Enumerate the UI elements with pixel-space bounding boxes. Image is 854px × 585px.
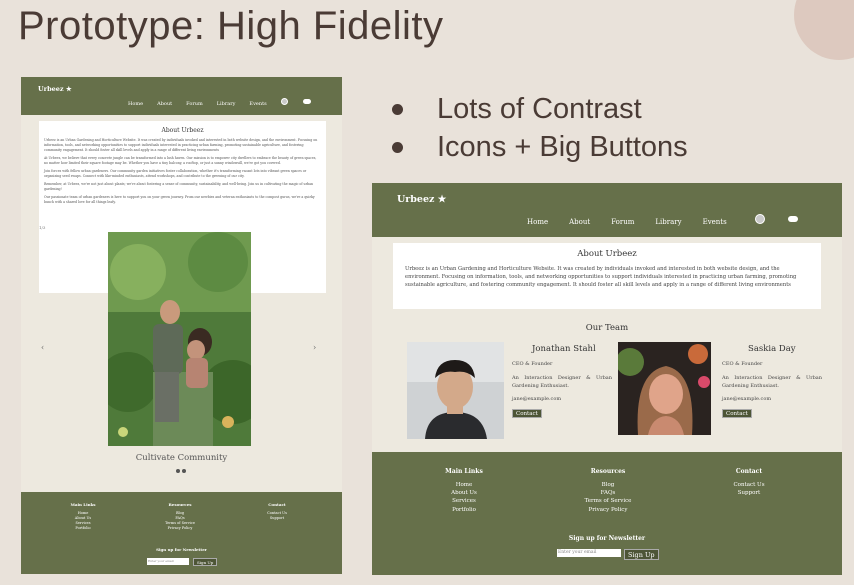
nav-forum[interactable]: Forum	[611, 218, 634, 226]
bullet-text: Lots of Contrast	[437, 93, 642, 125]
site-footer: Main Links Home About Us Services Portfo…	[21, 492, 342, 574]
nav-about[interactable]: About	[157, 101, 172, 107]
site-logo[interactable]: Urbeez ★	[38, 85, 72, 93]
member-bio: An Interaction Designer & Urban Gardenin…	[512, 375, 612, 389]
bullet-list: Lots of Contrast Icons + Big Buttons	[392, 90, 688, 166]
site-navbar: Urbeez ★ Home About Forum Library Events	[21, 77, 342, 115]
footer-contact: Contact Contact Us Support	[257, 502, 297, 521]
carousel-image	[108, 232, 251, 446]
footer-link[interactable]: About Us	[434, 489, 494, 497]
about-paragraph: Remember, at Urbeez, we're not just abou…	[44, 182, 314, 191]
about-title: About Urbeez	[161, 127, 204, 134]
newsletter-email-input[interactable]: Enter your email	[557, 549, 621, 557]
nav-links: Home About Forum Library Events	[128, 101, 281, 107]
footer-link[interactable]: Terms of Service	[576, 497, 640, 505]
member-role: CEO & Founder	[722, 361, 763, 367]
about-paragraph: Our passionate team of urban gardeners i…	[44, 195, 315, 204]
footer-heading: Resources	[590, 468, 626, 475]
site-logo[interactable]: Urbeez ★	[397, 194, 446, 205]
newsletter-form: Enter your email Sign Up	[557, 549, 659, 560]
nav-library[interactable]: Library	[655, 218, 681, 226]
about-paragraph: Urbeez is an Urban Gardening and Horticu…	[44, 138, 318, 152]
newsletter-title: Sign up for Newsletter	[568, 535, 646, 542]
slide-title: Prototype: High Fidelity	[18, 4, 444, 48]
carousel-next-icon[interactable]: ›	[313, 343, 316, 352]
about-paragraph: Join forces with fellow urban gardeners.…	[44, 169, 307, 178]
footer-link[interactable]: Home	[434, 481, 494, 489]
nav-library[interactable]: Library	[217, 101, 236, 107]
carousel-dot[interactable]	[176, 469, 180, 473]
footer-link[interactable]: Privacy Policy	[576, 506, 640, 514]
site-footer: Main Links Home About Us Services Portfo…	[372, 452, 842, 575]
carousel-prev-icon[interactable]: ‹	[41, 343, 44, 352]
footer-link[interactable]: Contact Us	[724, 481, 774, 489]
footer-resources: Resources Blog FAQs Terms of Service Pri…	[576, 468, 640, 514]
footer-link[interactable]: Services	[434, 497, 494, 505]
nav-events[interactable]: Events	[703, 218, 727, 226]
nav-about[interactable]: About	[569, 218, 590, 226]
footer-heading: Main Links	[445, 468, 483, 475]
carousel-caption: Cultivate Community	[135, 453, 228, 463]
nav-forum[interactable]: Forum	[186, 101, 203, 107]
about-title: About Urbeez	[577, 249, 637, 259]
nav-home[interactable]: Home	[128, 101, 143, 107]
member-bio: An Interaction Designer & Urban Gardenin…	[722, 375, 822, 389]
member-name: Saskia Day	[748, 344, 796, 354]
footer-link[interactable]: FAQs	[576, 489, 640, 497]
newsletter-signup-button[interactable]: Sign Up	[624, 549, 659, 560]
newsletter-signup-button[interactable]: Sign Up	[193, 558, 218, 566]
bullet-item: Lots of Contrast	[392, 90, 688, 128]
footer-heading: Main Links	[70, 502, 96, 507]
site-mockup-about: Urbeez ★ Home About Forum Library Events…	[372, 183, 842, 575]
footer-link[interactable]: Support	[257, 516, 297, 521]
footer-link[interactable]: Support	[724, 489, 774, 497]
footer-heading: Contact	[735, 468, 763, 475]
nav-home[interactable]: Home	[527, 218, 548, 226]
footer-link[interactable]: Privacy Policy	[158, 526, 202, 531]
carousel-dots[interactable]	[176, 469, 186, 473]
about-paragraph: At Urbeez, we believe that every concret…	[44, 156, 317, 165]
newsletter-email-input[interactable]: Enter your email	[147, 558, 189, 565]
contact-button[interactable]: Contact	[512, 409, 542, 418]
member-name: Jonathan Stahl	[532, 344, 596, 354]
bullet-item: Icons + Big Buttons	[392, 128, 688, 166]
footer-heading: Contact	[268, 502, 286, 507]
footer-link[interactable]: Portfolio	[434, 506, 494, 514]
bullet-text: Icons + Big Buttons	[437, 131, 688, 163]
slide-counter: 1/3	[39, 225, 46, 230]
corner-decoration	[794, 0, 854, 60]
newsletter-form: Enter your email Sign Up	[147, 558, 218, 566]
member-photo-jonathan	[407, 342, 504, 439]
footer-main-links: Main Links Home About Us Services Portfo…	[434, 468, 494, 514]
member-email: jane@example.com	[512, 396, 562, 402]
about-section: About Urbeez Urbeez is an Urban Gardenin…	[393, 243, 821, 309]
footer-heading: Resources	[168, 502, 192, 507]
profile-icon[interactable]	[755, 214, 765, 224]
nav-links: Home About Forum Library Events	[527, 218, 748, 226]
newsletter-title: Sign up for Newsletter	[156, 547, 207, 552]
nav-events[interactable]: Events	[249, 101, 266, 107]
contact-button[interactable]: Contact	[722, 409, 752, 418]
footer-main-links: Main Links Home About Us Services Portfo…	[63, 502, 103, 531]
about-paragraph: Urbeez is an Urban Gardening and Horticu…	[405, 266, 797, 288]
profile-icon[interactable]	[281, 98, 288, 105]
bullet-dot-icon	[392, 141, 403, 153]
footer-link[interactable]: Blog	[576, 481, 640, 489]
member-photo-saskia	[618, 342, 711, 435]
chat-icon[interactable]	[788, 216, 798, 222]
footer-resources: Resources Blog FAQs Terms of Service Pri…	[158, 502, 202, 531]
site-mockup-home: Urbeez ★ Home About Forum Library Events…	[21, 77, 342, 574]
footer-contact: Contact Contact Us Support	[724, 468, 774, 497]
site-navbar: Urbeez ★ Home About Forum Library Events	[372, 183, 842, 237]
chat-icon[interactable]	[303, 99, 311, 104]
bullet-dot-icon	[392, 103, 403, 115]
footer-link[interactable]: Portfolio	[63, 526, 103, 531]
carousel-dot[interactable]	[182, 469, 186, 473]
member-email: jane@example.com	[722, 396, 772, 402]
team-title: Our Team	[585, 323, 629, 333]
member-role: CEO & Founder	[512, 361, 553, 367]
